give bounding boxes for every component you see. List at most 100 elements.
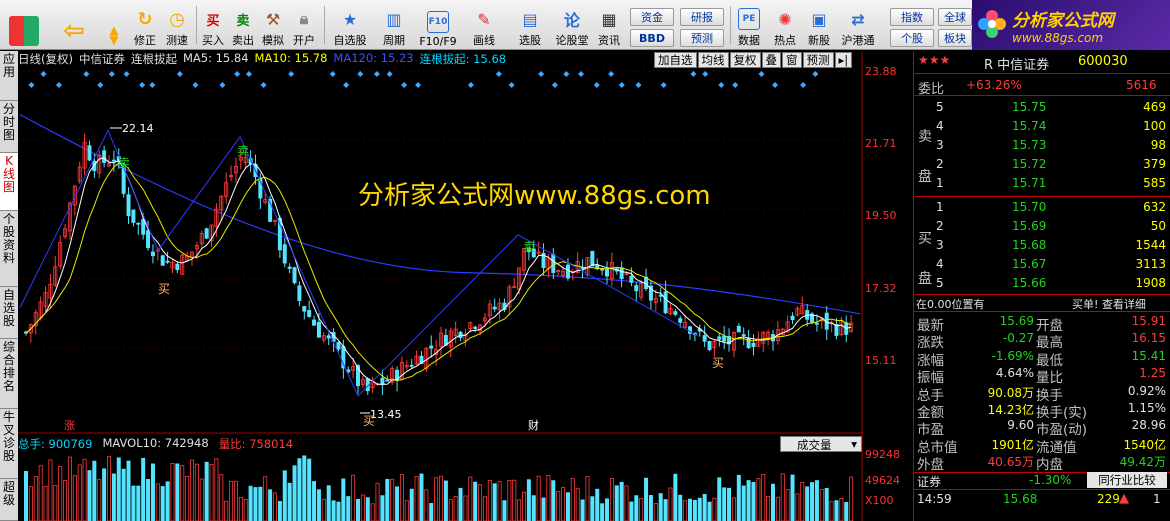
stock-button[interactable]: 个股 — [890, 29, 934, 47]
candle-body — [580, 267, 585, 270]
candle-body — [150, 251, 155, 257]
data-button[interactable]: PE 数据 — [734, 4, 764, 48]
simulate-button[interactable]: ⚒ 模拟 — [259, 4, 287, 48]
volume-bar — [175, 463, 180, 521]
volume-bar — [517, 499, 522, 521]
up-down-button[interactable]: ▲ ▼ — [100, 4, 128, 48]
news-button[interactable]: ▦ 资讯 — [594, 4, 624, 48]
tab-intraday[interactable]: 分时图 — [0, 101, 18, 153]
candle-body — [751, 342, 756, 348]
tab-stock-info[interactable]: 个股资料 — [0, 211, 18, 287]
buy-button[interactable]: 买买入 — [199, 4, 227, 48]
kline-chart-panel[interactable]: 22.14 13.45 卖卖卖买买买涨财 日线(复权) 中信证券 连根拔起 MA5:… — [18, 51, 863, 521]
volume-bar — [136, 485, 141, 521]
buy-side-label: 买盘 — [918, 231, 932, 287]
capital-button[interactable]: 资金 — [630, 8, 674, 26]
bid-price[interactable]: 15.70 — [1012, 200, 1046, 214]
bid-price[interactable]: 15.67 — [1012, 257, 1046, 271]
volume-bar — [233, 480, 238, 521]
candle-body — [605, 268, 610, 277]
tab-kline[interactable]: K线图 — [0, 153, 18, 211]
tab-super[interactable]: 超级 — [0, 479, 18, 521]
stock-screen-button[interactable]: ▤ 选股 — [510, 4, 550, 48]
detail-link[interactable]: 买单! 查看详细 — [1072, 296, 1146, 312]
volume-bar — [263, 476, 268, 521]
ask-price[interactable]: 15.72 — [1012, 157, 1046, 171]
back-button[interactable]: ⇦ — [56, 4, 92, 48]
candle-body — [287, 266, 292, 269]
sector-button[interactable]: 板块 — [938, 29, 972, 47]
chart-period[interactable]: 日线(复权) — [18, 51, 73, 67]
bid-price[interactable]: 15.66 — [1012, 276, 1046, 290]
volume-bar — [487, 479, 492, 521]
volume-bar — [43, 485, 48, 521]
signal-diamond — [578, 71, 585, 77]
volume-bar — [404, 500, 409, 521]
signal-diamond — [702, 71, 709, 77]
window-button[interactable]: 窗 — [782, 52, 802, 68]
ask-price[interactable]: 15.71 — [1012, 176, 1046, 190]
bid-price[interactable]: 15.68 — [1012, 238, 1046, 252]
index-button[interactable]: 指数 — [890, 8, 934, 26]
compare-button[interactable]: 同行业比较 — [1087, 472, 1167, 488]
bbd-button[interactable]: BBD — [630, 29, 674, 47]
volume-selector[interactable]: 成交量 ▾ — [780, 436, 862, 452]
ma-button[interactable]: 均线 — [697, 52, 729, 68]
research-button[interactable]: 研报 — [680, 8, 724, 26]
sell-button[interactable]: 卖卖出 — [229, 4, 257, 48]
adjust-button[interactable]: 复权 — [729, 52, 761, 68]
volume-bar — [331, 500, 336, 521]
last-button[interactable]: ▸| — [834, 52, 853, 68]
new-stock-button[interactable]: ▣ 新股 — [804, 4, 834, 48]
tab-apps[interactable]: 应用 — [0, 51, 18, 101]
forecast-button[interactable]: 预测 — [680, 29, 724, 47]
price-tick: 17.32 — [865, 282, 897, 295]
ask-price[interactable]: 15.73 — [1012, 138, 1046, 152]
f10-button[interactable]: F10 F10/F9 — [416, 4, 460, 48]
app-logo-button[interactable] — [6, 4, 42, 48]
overlay-button[interactable]: 叠 — [761, 52, 781, 68]
volume-bar — [424, 489, 429, 521]
global-button[interactable]: 全球 — [938, 8, 972, 26]
volume-bar — [326, 485, 331, 521]
forum-button[interactable]: 论论股堂 — [554, 4, 590, 48]
logo-title: 分析家公式网 — [1012, 10, 1114, 31]
buy-signal: 买 — [363, 414, 375, 428]
signal-diamond — [139, 82, 146, 88]
new-stock-icon: ▣ — [811, 9, 827, 29]
tab-ranking[interactable]: 综合排名 — [0, 339, 18, 409]
open-account-button[interactable]: 🔒︎ 开户 — [289, 4, 319, 48]
volume-bar — [155, 483, 160, 521]
price-tick: 21.71 — [865, 137, 897, 150]
chart-indicator-name[interactable]: 连根拔起 — [131, 51, 177, 67]
tick-price: 15.68 — [1003, 492, 1038, 506]
volume-bar — [605, 498, 610, 521]
high-price-label: 22.14 — [122, 122, 154, 135]
quote-label: 外盘 — [917, 457, 944, 474]
hk-connect-button[interactable]: ⇄ 沪港通 — [838, 4, 878, 48]
tab-diagnosis[interactable]: 牛叉诊股 — [0, 409, 18, 479]
bid-price[interactable]: 15.69 — [1012, 219, 1046, 233]
add-watchlist-button[interactable]: 加自选 — [654, 52, 697, 68]
toolbar-btn-0[interactable]: ↻ 修正 — [130, 4, 160, 48]
event-marker: 涨 — [64, 419, 75, 432]
toolbar-btn-1[interactable]: ◷ 测速 — [162, 4, 192, 48]
volume-bar — [702, 494, 707, 521]
candle-body — [326, 335, 331, 339]
ask-price[interactable]: 15.75 — [1012, 100, 1046, 114]
volume-bar — [429, 502, 434, 521]
ask-price[interactable]: 15.74 — [1012, 119, 1046, 133]
candle-body — [87, 145, 92, 161]
volume-bar — [282, 470, 287, 521]
predict-button[interactable]: 预测 — [802, 52, 834, 68]
watchlist-button[interactable]: ★ 自选股 — [330, 4, 370, 48]
ma120-line — [19, 114, 861, 315]
period-button[interactable]: ▥ 周期 — [374, 4, 414, 48]
volume-bar — [409, 488, 414, 521]
candle-body — [102, 150, 107, 163]
hot-button[interactable]: ✺ 热点 — [770, 4, 800, 48]
tab-watchlist[interactable]: 自选股 — [0, 287, 18, 339]
draw-line-button[interactable]: ✎ 画线 — [464, 4, 504, 48]
sell-signal: 卖 — [523, 240, 535, 254]
candle-body — [634, 285, 639, 292]
